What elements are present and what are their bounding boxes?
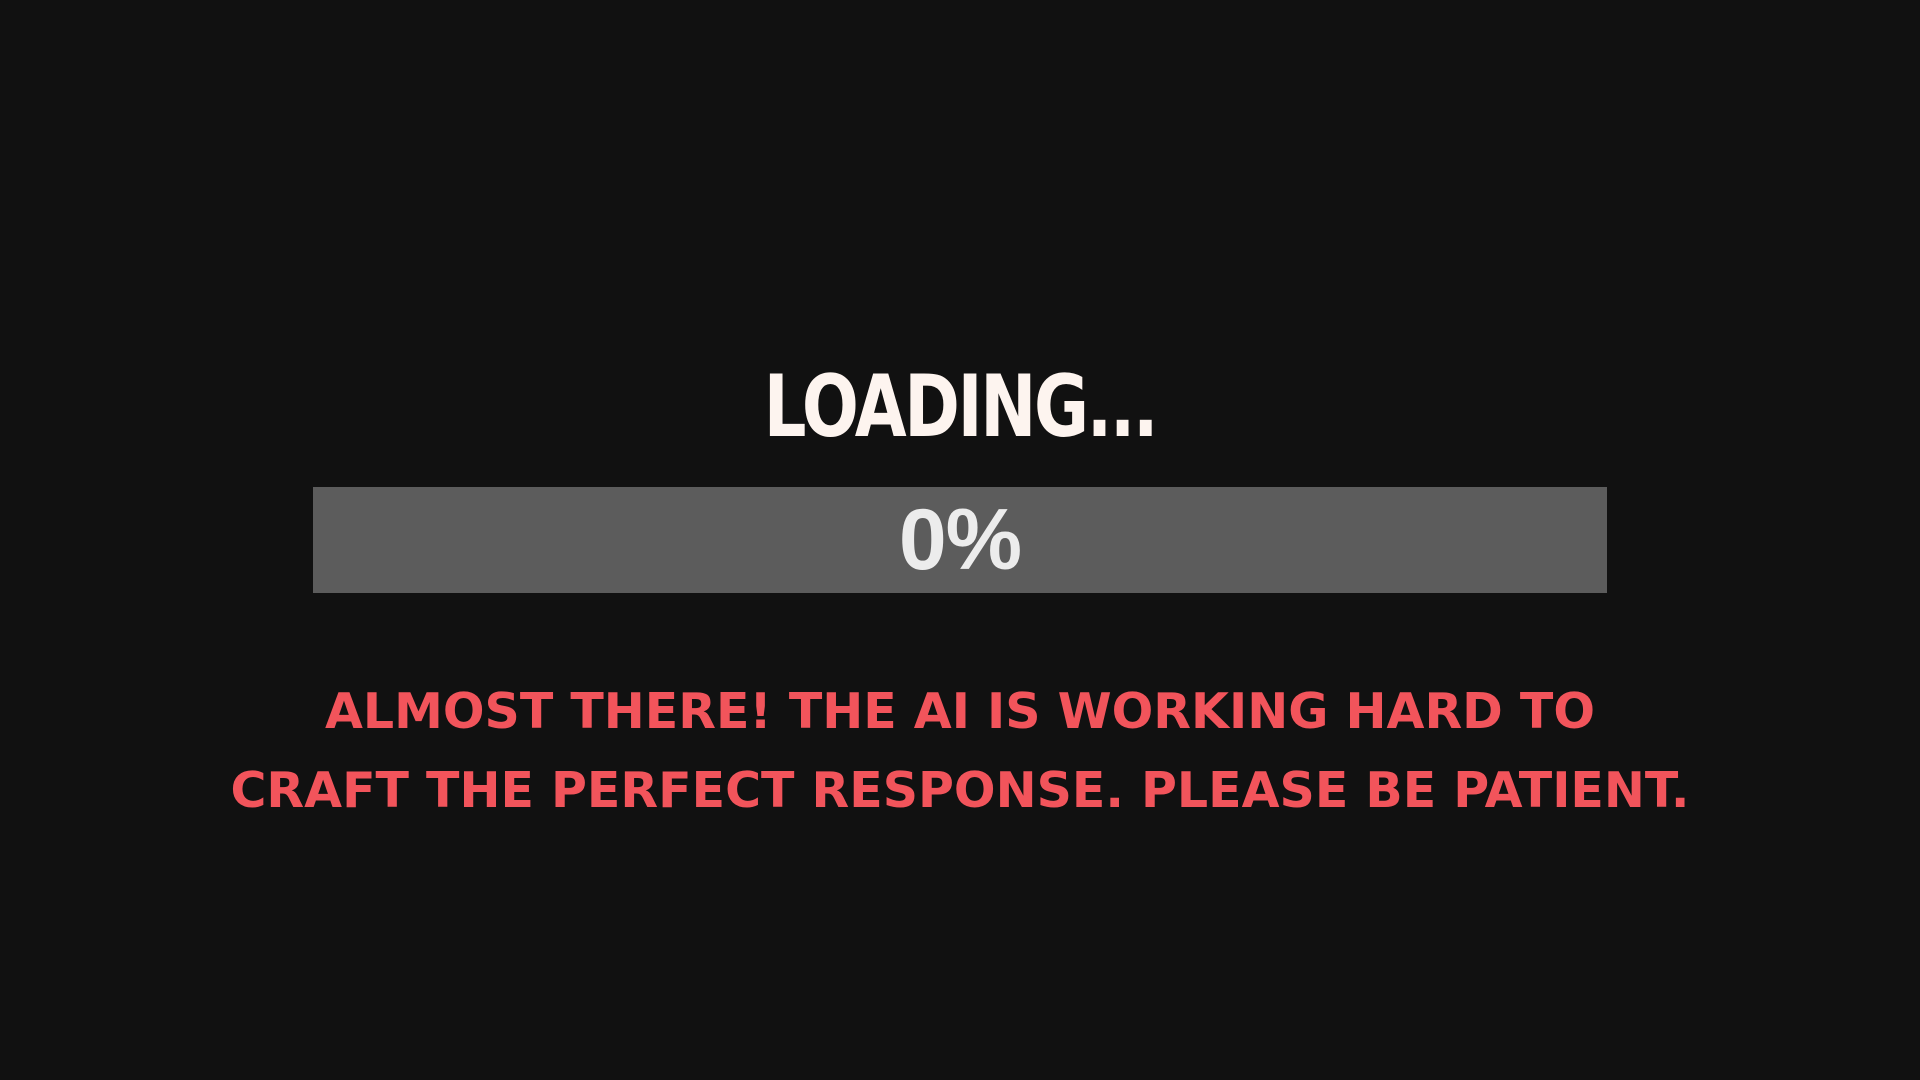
progress-percentage: 0%	[898, 491, 1022, 588]
status-message: ALMOST THERE! THE AI IS WORKING HARD TO …	[0, 672, 1920, 830]
status-message-line: ALMOST THERE! THE AI IS WORKING HARD TO	[324, 683, 1595, 740]
status-message-line: CRAFT THE PERFECT RESPONSE. PLEASE BE PA…	[230, 762, 1690, 819]
progress-bar: 0%	[313, 487, 1607, 593]
loading-screen: LOADING... 0% ALMOST THERE! THE AI IS WO…	[0, 0, 1920, 1080]
loading-title: LOADING...	[763, 357, 1159, 457]
